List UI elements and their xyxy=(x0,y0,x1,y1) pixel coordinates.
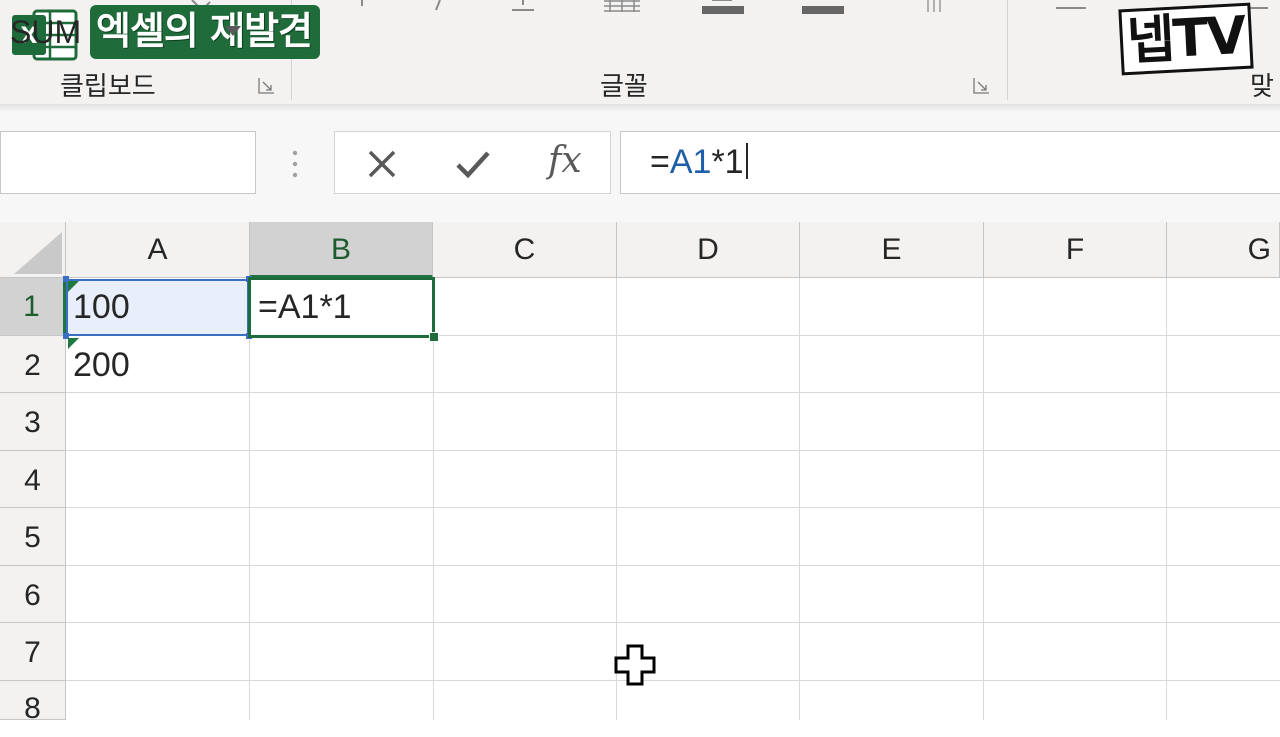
grid-line xyxy=(249,278,250,720)
clipboard-launcher-icon[interactable] xyxy=(258,77,275,94)
column-header-c[interactable]: C xyxy=(433,222,617,278)
group-label-font: 글꼴 xyxy=(600,72,648,102)
cancel-icon[interactable] xyxy=(366,148,398,180)
column-header-a[interactable]: A xyxy=(66,222,250,278)
column-header-g[interactable]: G xyxy=(1167,222,1280,278)
grid-line xyxy=(66,507,1280,508)
grid-line xyxy=(799,278,800,720)
fill-color-icon[interactable] xyxy=(702,0,744,14)
grid-line xyxy=(66,450,1280,451)
column-header-d[interactable]: D xyxy=(617,222,800,278)
group-label-clipboard: 클립보드 xyxy=(60,72,156,102)
grid-line xyxy=(66,392,1280,393)
fill-handle[interactable] xyxy=(429,332,439,342)
cell-select-cursor-icon xyxy=(614,644,656,686)
row-header-2[interactable]: 2 xyxy=(0,336,66,393)
font-size-icon[interactable] xyxy=(356,0,368,14)
cell-a1[interactable]: 100 xyxy=(73,288,130,327)
text-cursor xyxy=(745,143,748,179)
splitter-grip-icon[interactable] xyxy=(290,149,300,179)
cell-b1[interactable]: =A1*1 xyxy=(258,288,352,327)
grid-line xyxy=(433,278,434,720)
column-header-e[interactable]: E xyxy=(800,222,984,278)
row-header-3[interactable]: 3 xyxy=(0,393,66,451)
row-header-1[interactable]: 1 xyxy=(0,278,66,336)
align-top-icon[interactable] xyxy=(1056,0,1086,14)
insert-function-icon[interactable]: fx xyxy=(548,140,582,181)
font-launcher-icon[interactable] xyxy=(973,77,990,94)
grid-line xyxy=(66,565,1280,566)
grid-line xyxy=(983,278,984,720)
formula-equals: = xyxy=(650,143,670,181)
row-header-6[interactable]: 6 xyxy=(0,566,66,623)
chevron-down-icon[interactable] xyxy=(224,25,242,37)
row-header-4[interactable]: 4 xyxy=(0,451,66,508)
borders-icon[interactable] xyxy=(602,0,642,14)
grid-line xyxy=(66,622,1280,623)
select-all-icon[interactable] xyxy=(14,232,62,274)
row-header-5[interactable]: 5 xyxy=(0,508,66,566)
group-label-alignment: 맞 xyxy=(1250,72,1274,102)
cell-a2[interactable]: 200 xyxy=(73,346,130,385)
grid-line xyxy=(66,680,1280,681)
formula-text[interactable]: =A1*1 xyxy=(650,143,748,182)
name-box[interactable] xyxy=(0,131,256,194)
formula-reference: A1 xyxy=(669,143,712,181)
channel-logo: 넵TV xyxy=(1118,2,1254,76)
enter-check-icon[interactable] xyxy=(455,148,491,180)
group-separator xyxy=(1007,0,1008,100)
phonetic-icon[interactable] xyxy=(924,0,946,14)
italic-icon[interactable] xyxy=(422,0,452,14)
column-header-f[interactable]: F xyxy=(984,222,1167,278)
name-box-value[interactable]: SUM xyxy=(10,14,81,51)
row-header-7[interactable]: 7 xyxy=(0,623,66,681)
grid-line xyxy=(1166,278,1167,720)
channel-title: 엑셀의 재발견 xyxy=(90,5,320,59)
ribbon-shadow xyxy=(0,104,1280,112)
underline-icon[interactable] xyxy=(508,0,538,14)
row-header-8[interactable]: 8 xyxy=(0,681,66,725)
column-header-b[interactable]: B xyxy=(250,222,433,278)
formula-operator: *1 xyxy=(711,143,744,181)
font-color-icon[interactable] xyxy=(802,0,844,14)
